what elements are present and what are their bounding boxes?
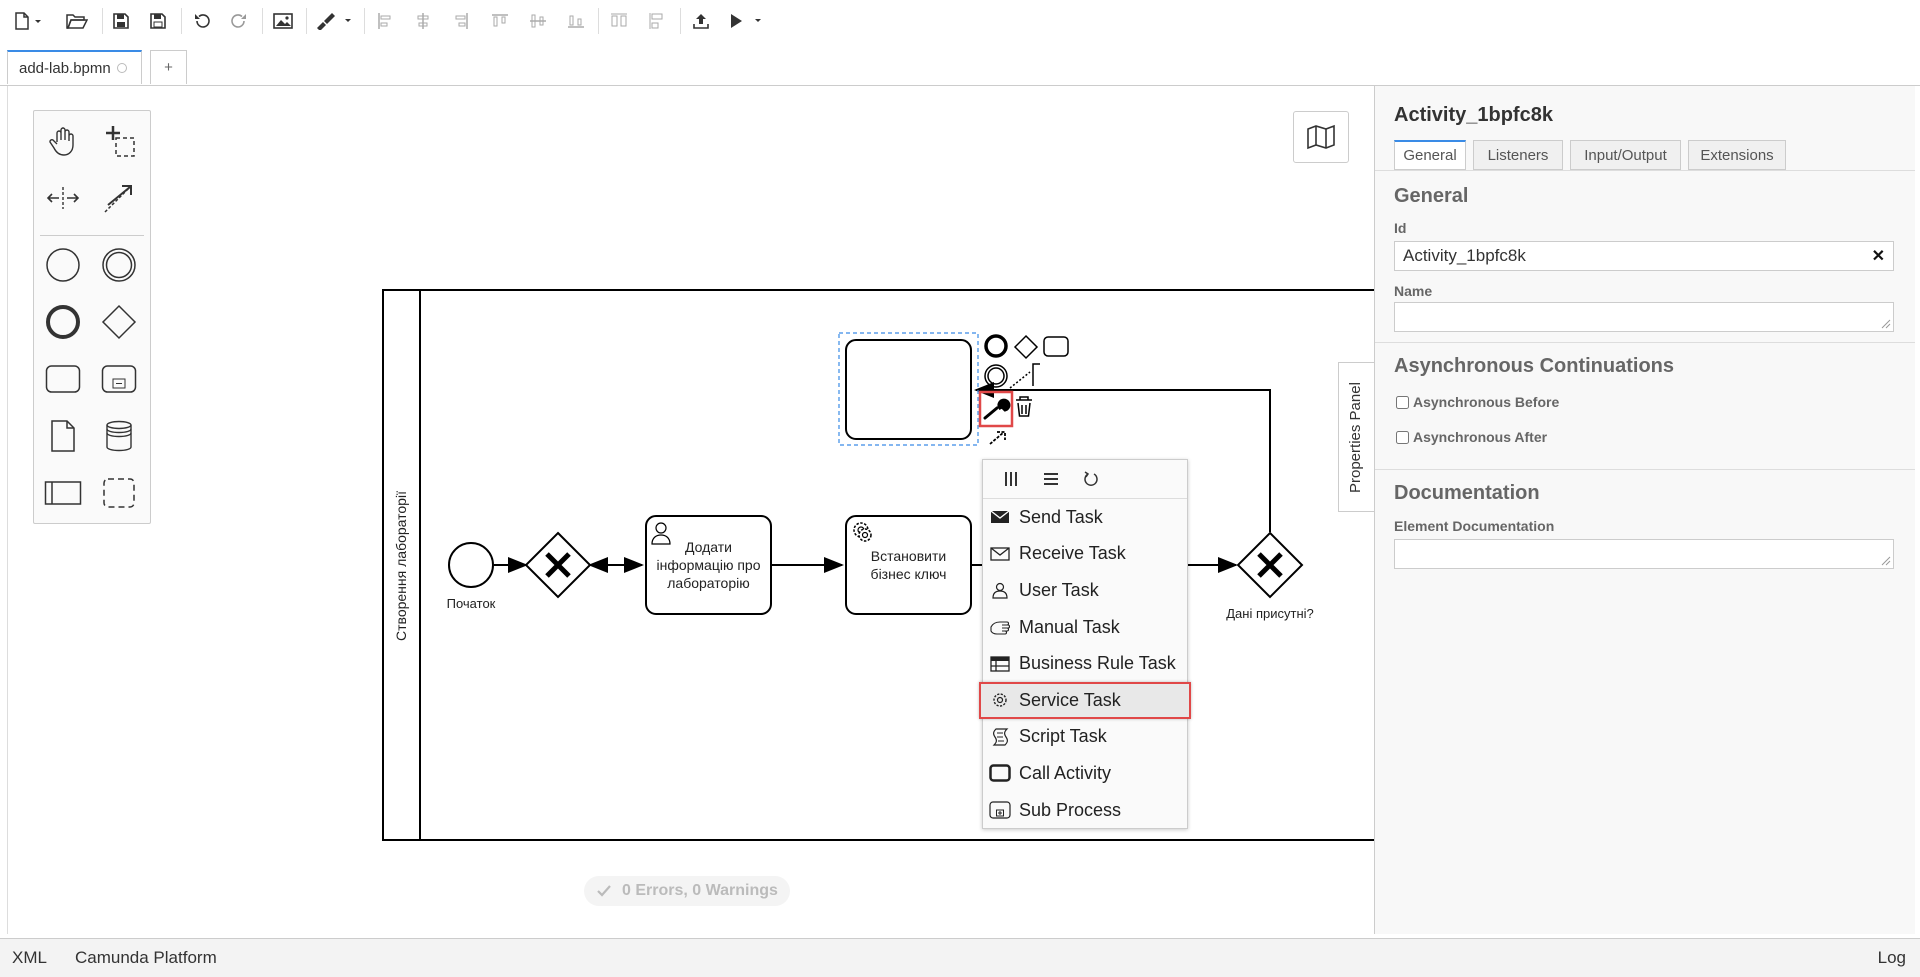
async-heading: Asynchronous Continuations [1394, 355, 1674, 377]
manual-task-icon [990, 621, 1010, 635]
id-input[interactable]: Activity_1bpfc8k ✕ [1394, 241, 1894, 271]
lane-label: Створення лабораторії [393, 491, 409, 641]
gateway-label: Дані присутні? [1226, 606, 1314, 621]
receive-task-icon [990, 547, 1010, 561]
async-after-input[interactable] [1396, 430, 1409, 444]
menu-item-label: Receive Task [1019, 543, 1126, 564]
menu-sub-process[interactable]: Sub Process [983, 792, 1187, 829]
parallel-multi-instance-button[interactable] [991, 464, 1031, 494]
resize-handle-icon [1881, 319, 1891, 329]
menu-item-label: Service Task [1019, 689, 1121, 710]
menu-business-rule-task[interactable]: Business Rule Task [983, 645, 1187, 682]
async-before-label: Asynchronous Before [1413, 394, 1560, 410]
replace-menu-header [983, 460, 1187, 499]
xml-button[interactable]: XML [12, 948, 47, 968]
lint-status-text: 0 Errors, 0 Warnings [622, 882, 778, 899]
menu-item-label: User Task [1019, 579, 1099, 600]
async-after-checkbox[interactable]: Asynchronous After [1396, 429, 1547, 445]
append-end-event-icon [984, 334, 1008, 358]
menu-item-label: Manual Task [1019, 616, 1120, 637]
async-after-label: Asynchronous After [1413, 429, 1548, 445]
menu-item-label: Business Rule Task [1019, 653, 1176, 674]
append-gateway-icon [1013, 334, 1039, 360]
menu-service-task[interactable]: Service Task [979, 681, 1191, 719]
menu-send-task[interactable]: Send Task [983, 499, 1187, 536]
name-label: Name [1394, 283, 1433, 299]
properties-panel-toggle[interactable]: Properties Panel [1338, 362, 1375, 512]
log-button[interactable]: Log [1878, 948, 1906, 968]
menu-user-task[interactable]: User Task [983, 572, 1187, 609]
name-textarea[interactable] [1394, 302, 1894, 332]
selected-task[interactable] [838, 332, 979, 446]
menu-call-activity[interactable]: Call Activity [983, 755, 1187, 792]
send-task-icon [990, 510, 1010, 524]
menu-manual-task[interactable]: Manual Task [983, 609, 1187, 646]
script-task-icon [992, 728, 1009, 746]
delete-icon [1016, 396, 1032, 417]
documentation-heading: Documentation [1394, 482, 1540, 504]
append-annotation-icon [1032, 363, 1040, 386]
replace-menu: Send Task Receive Task User Task Manual … [979, 459, 1191, 829]
wrench-icon [983, 398, 1011, 420]
doc-textarea[interactable] [1394, 539, 1894, 569]
menu-receive-task[interactable]: Receive Task [983, 536, 1187, 573]
doc-label: Element Documentation [1394, 518, 1555, 534]
check-icon [597, 885, 611, 897]
user-task-icon [992, 583, 1008, 600]
tab-input-output[interactable]: Input/Output [1570, 140, 1681, 170]
tab-extensions[interactable]: Extensions [1688, 140, 1786, 170]
id-label: Id [1394, 220, 1407, 236]
sub-process-icon [989, 801, 1011, 819]
start-event[interactable] [448, 542, 494, 588]
menu-item-label: Script Task [1019, 726, 1107, 747]
menu-item-label: Call Activity [1019, 762, 1112, 783]
tab-listeners[interactable]: Listeners [1473, 140, 1563, 170]
resize-handle-icon [1881, 556, 1891, 566]
task-add-info-label: Додати інформацію про лабораторію [656, 539, 761, 591]
platform-label[interactable]: Camunda Platform [75, 948, 217, 968]
loop-icon [1084, 471, 1098, 486]
element-title: Activity_1bpfc8k [1394, 104, 1553, 126]
lint-status[interactable]: 0 Errors, 0 Warnings [584, 876, 790, 906]
tab-general[interactable]: General [1394, 140, 1466, 170]
append-task-icon [1043, 336, 1069, 357]
connect-icon [989, 431, 1006, 445]
clear-icon[interactable]: ✕ [1872, 246, 1885, 266]
loop-button[interactable] [1071, 464, 1111, 494]
menu-item-label: Send Task [1019, 506, 1103, 527]
general-heading: General [1394, 185, 1469, 207]
async-before-checkbox[interactable]: Asynchronous Before [1396, 394, 1559, 410]
properties-toggle-label: Properties Panel [1347, 382, 1364, 493]
menu-script-task[interactable]: Script Task [983, 719, 1187, 756]
exclusive-gateway-2[interactable] [1236, 531, 1304, 599]
business-rule-task-icon [990, 656, 1010, 672]
async-before-input[interactable] [1396, 395, 1409, 409]
sequential-marker-icon [1044, 473, 1058, 485]
id-value: Activity_1bpfc8k [1403, 246, 1526, 265]
start-event-label: Початок [446, 596, 496, 611]
properties-panel: Activity_1bpfc8k General Listeners Input… [1374, 86, 1915, 934]
status-bar: XML Camunda Platform Log [0, 938, 1920, 977]
call-activity-icon [989, 764, 1011, 783]
exclusive-gateway-1[interactable] [524, 531, 592, 599]
menu-item-label: Sub Process [1019, 799, 1122, 820]
task-set-key-label: Встановити бізнес ключ [870, 548, 947, 582]
parallel-marker-icon [1005, 472, 1017, 486]
sequential-multi-instance-button[interactable] [1031, 464, 1071, 494]
service-task-icon [993, 693, 1007, 707]
